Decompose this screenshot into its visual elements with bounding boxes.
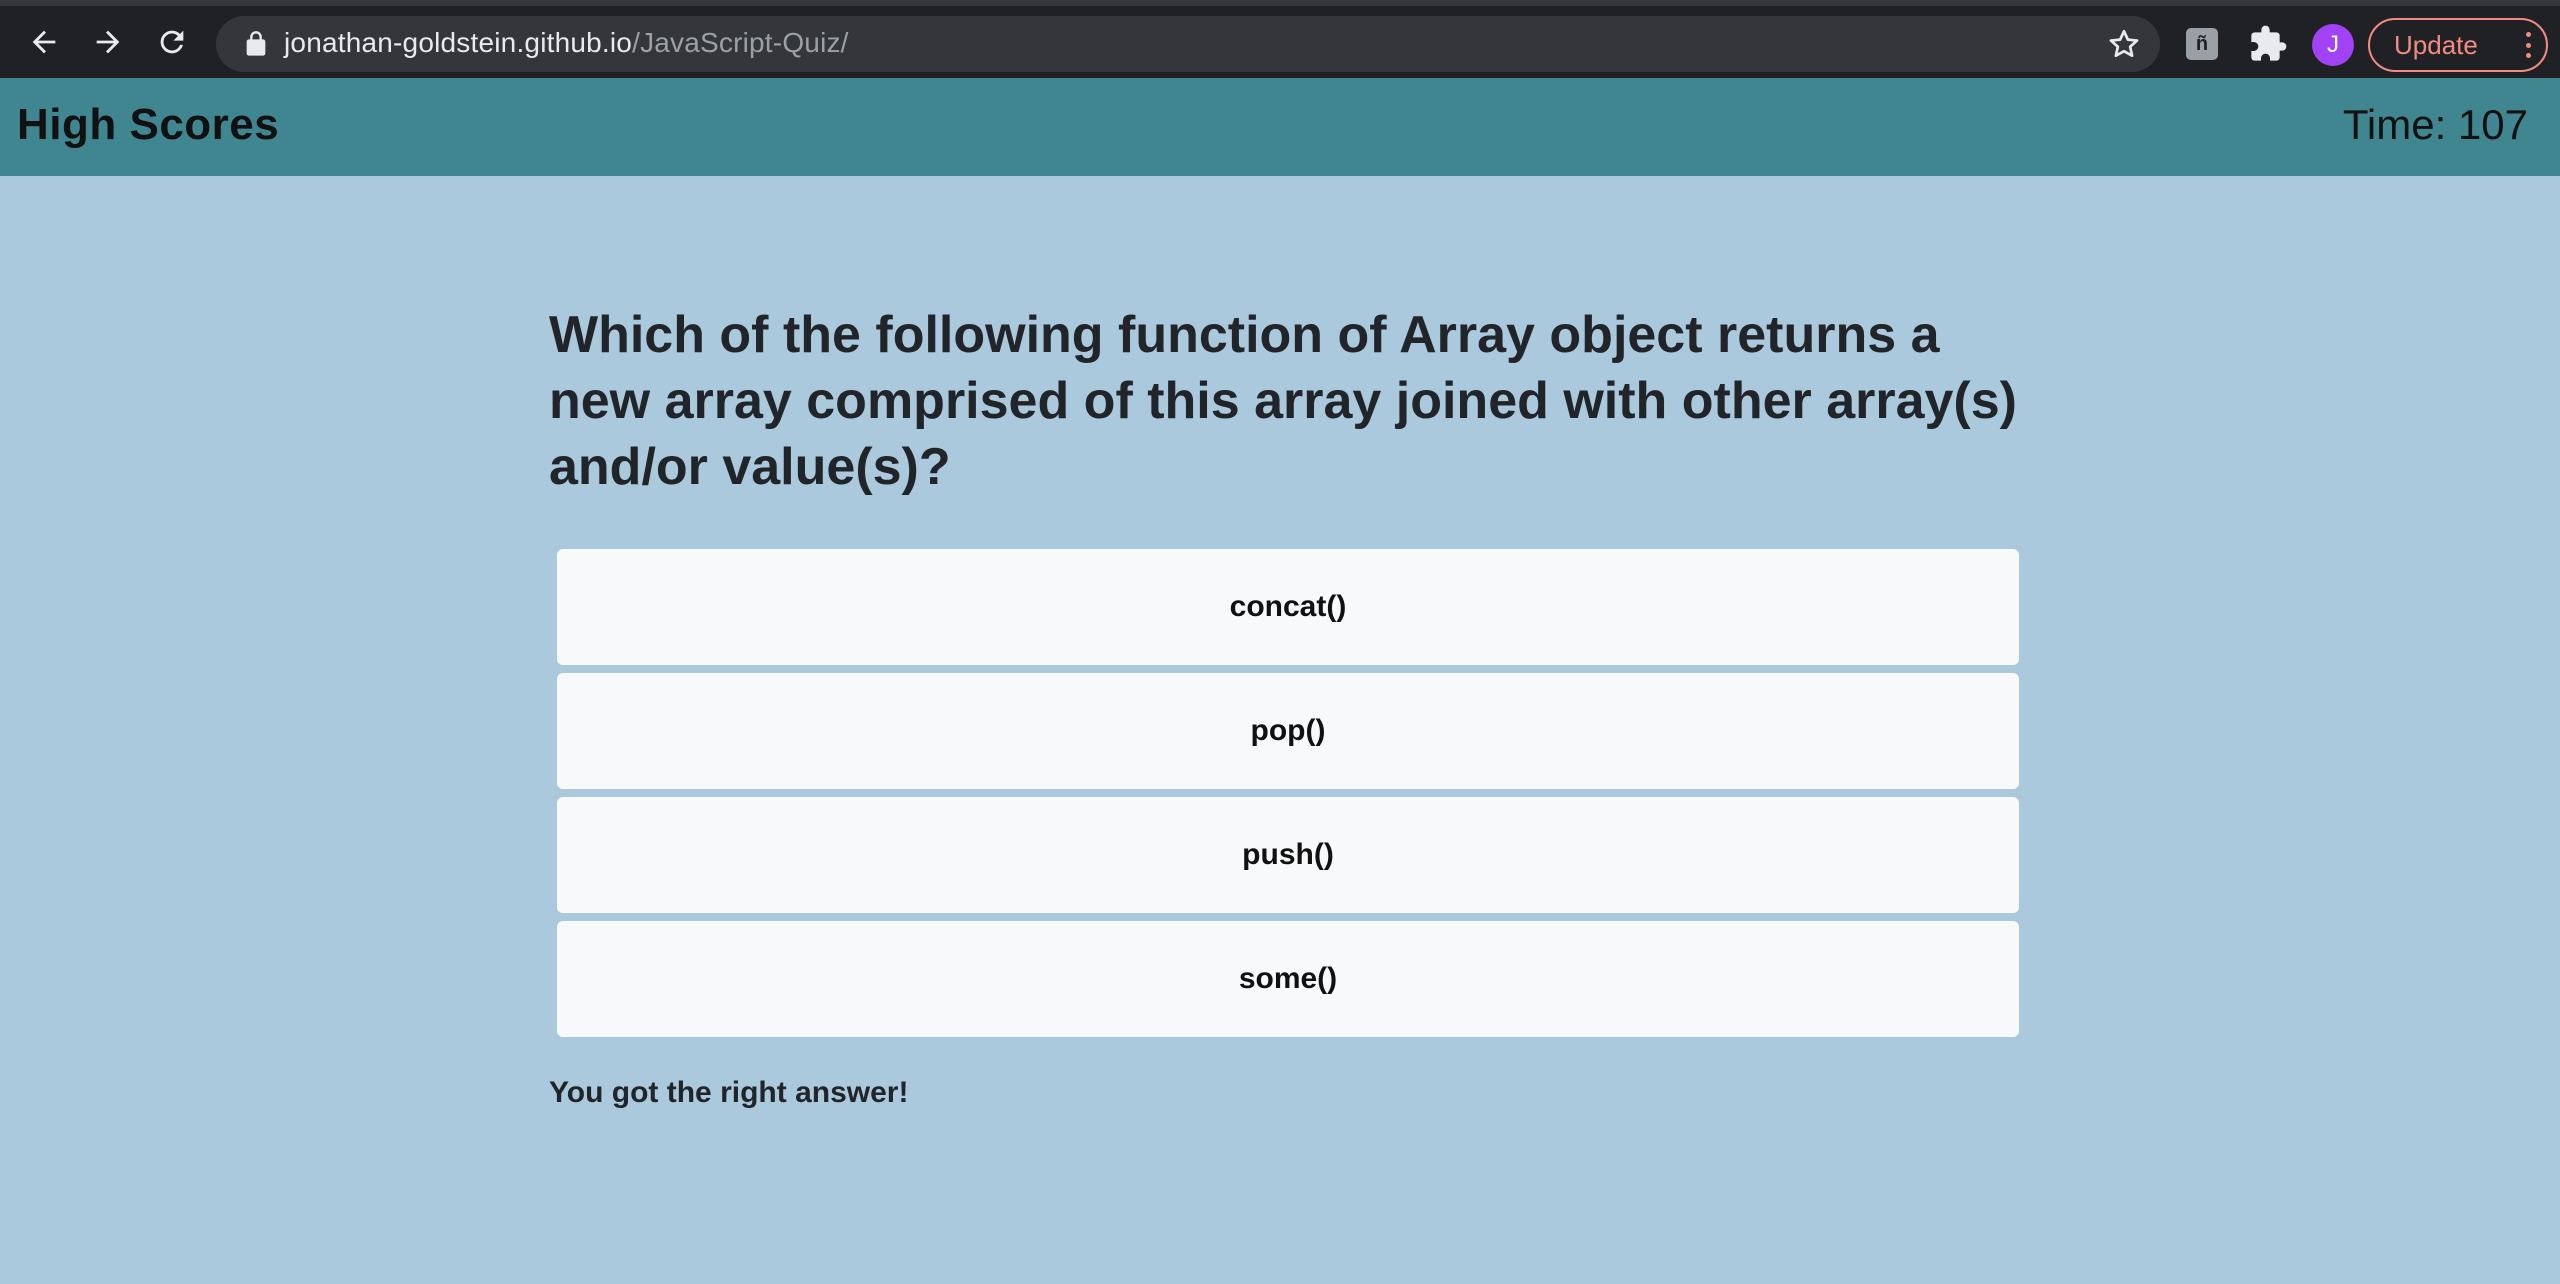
timer: Time: 107 <box>2342 101 2528 148</box>
answer-choice-1[interactable]: concat() <box>557 549 2019 665</box>
lock-icon <box>246 31 266 56</box>
quiz-header: High Scores Time: 107 <box>0 78 2560 176</box>
browser-toolbar: jonathan-goldstein.github.io/JavaScript-… <box>0 0 2560 78</box>
arrow-left-icon <box>32 30 56 54</box>
address-bar[interactable]: jonathan-goldstein.github.io/JavaScript-… <box>216 16 2160 72</box>
reload-button[interactable] <box>148 18 196 66</box>
forward-button[interactable] <box>84 18 132 66</box>
answer-choices: concat() pop() push() some() <box>557 549 2019 1045</box>
high-scores-link[interactable]: High Scores <box>17 100 279 150</box>
url-path: /JavaScript-Quiz/ <box>632 27 849 58</box>
arrow-right-icon <box>96 30 120 54</box>
update-button[interactable]: Update <box>2368 18 2548 72</box>
back-button[interactable] <box>20 18 68 66</box>
answer-feedback: You got the right answer! <box>549 1076 909 1109</box>
url-host: jonathan-goldstein.github.io <box>284 27 633 58</box>
more-vert-icon <box>2524 32 2532 58</box>
avatar-initial: J <box>2327 31 2339 58</box>
bookmark-star-icon[interactable] <box>2106 26 2142 62</box>
reload-icon <box>160 30 184 54</box>
extension-letter: ñ <box>2195 32 2209 55</box>
update-label: Update <box>2394 29 2478 60</box>
extensions-puzzle-icon[interactable] <box>2248 24 2288 64</box>
profile-avatar[interactable]: J <box>2312 24 2354 66</box>
answer-choice-4[interactable]: some() <box>557 921 2019 1037</box>
answer-choice-2[interactable]: pop() <box>557 673 2019 789</box>
url-text: jonathan-goldstein.github.io/JavaScript-… <box>284 27 849 59</box>
extension-icon[interactable]: ñ <box>2186 28 2218 60</box>
answer-choice-3[interactable]: push() <box>557 797 2019 913</box>
question-text: Which of the following function of Array… <box>549 306 2017 496</box>
